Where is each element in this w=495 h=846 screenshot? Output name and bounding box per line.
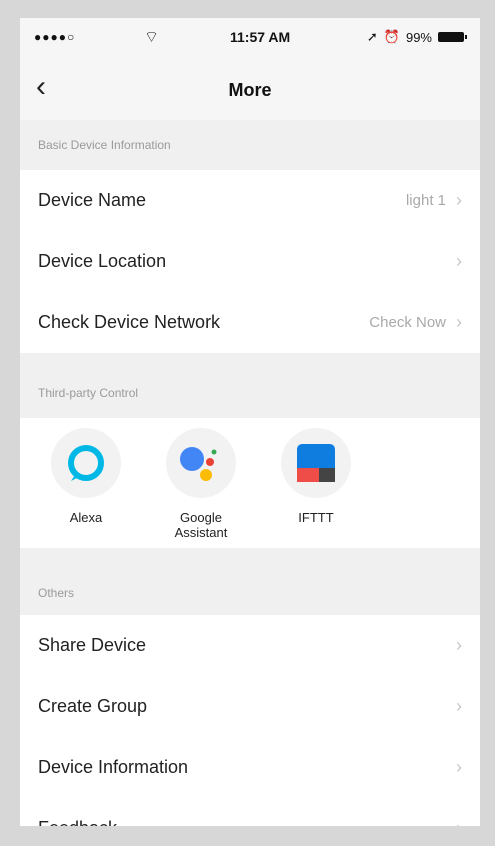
status-time: 11:57 AM — [230, 29, 291, 45]
signal-icon: ●●●●○ — [34, 30, 76, 44]
section-others-header: Others — [20, 548, 480, 615]
chevron-right-icon: › — [456, 818, 462, 826]
battery-text: 99% — [405, 29, 432, 45]
navigation-bar: ‹ More — [20, 58, 480, 120]
chevron-right-icon: › — [456, 696, 462, 716]
section-label: Basic Device Information — [38, 138, 171, 152]
chevron-right-icon: › — [456, 635, 462, 655]
service-label: IFTTT — [298, 510, 334, 525]
phone-screen: ●●●●○ ⌔ 11:57 AM ➚ ⏰ 99% ‹ More Basic De… — [20, 18, 480, 826]
row-value: Check Now — [369, 314, 446, 331]
wifi-icon: ⌔ — [144, 29, 160, 46]
row-label: Device Name — [38, 190, 147, 210]
row-label: Feedback — [38, 818, 456, 826]
row-label: Create Group — [38, 696, 148, 716]
google-assistant-service[interactable]: Google Assistant — [155, 428, 247, 540]
service-label: Google Assistant — [174, 510, 228, 540]
row-value: light 1 — [405, 192, 446, 209]
chevron-right-icon: › — [456, 251, 462, 271]
third-party-control: Alexa Google Assistant IFTTT — [20, 418, 480, 548]
device-location-row[interactable]: Device Location › — [20, 231, 480, 292]
chevron-right-icon: › — [456, 312, 462, 332]
status-right: ➚ ⏰ 99% — [366, 29, 467, 45]
battery-icon — [438, 32, 467, 42]
check-device-network-row[interactable]: Check Device Network Check Now › — [20, 292, 480, 353]
service-label: Alexa — [69, 510, 103, 525]
ifttt-service[interactable]: IFTTT — [270, 428, 362, 525]
alexa-service[interactable]: Alexa — [40, 428, 132, 525]
google-assistant-icon — [166, 428, 236, 498]
location-icon: ➚ — [366, 29, 378, 44]
chevron-right-icon: › — [456, 190, 462, 210]
status-bar: ●●●●○ ⌔ 11:57 AM ➚ ⏰ 99% — [20, 18, 480, 58]
device-name-row[interactable]: Device Name light 1 › — [20, 170, 480, 231]
section-third-party-header: Third-party Control — [20, 353, 480, 418]
alarm-icon: ⏰ — [383, 29, 400, 44]
section-basic-header: Basic Device Information — [20, 120, 480, 170]
section-label: Others — [38, 586, 75, 600]
create-group-row[interactable]: Create Group › — [20, 676, 480, 737]
alexa-icon — [51, 428, 121, 498]
chevron-right-icon: › — [456, 757, 462, 777]
row-label: Share Device — [38, 635, 147, 655]
row-label: Check Device Network — [38, 312, 221, 332]
feedback-row[interactable]: Feedback › — [20, 798, 480, 826]
row-label: Device Information — [38, 757, 189, 777]
page-title: More — [228, 80, 272, 100]
row-label: Device Location — [38, 251, 167, 271]
share-device-row[interactable]: Share Device › — [20, 615, 480, 676]
device-information-row[interactable]: Device Information › — [20, 737, 480, 798]
ifttt-icon — [281, 428, 351, 498]
section-label: Third-party Control — [38, 386, 139, 400]
